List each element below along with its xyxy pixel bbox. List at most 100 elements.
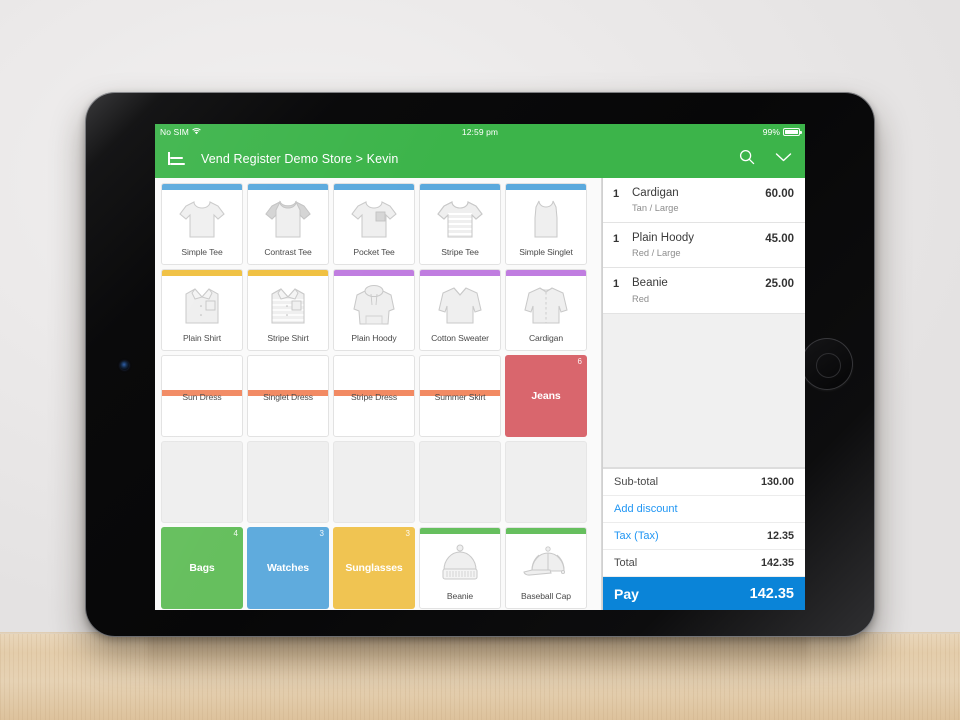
total-value: 12.35 — [766, 530, 794, 542]
cart-item-name: Cardigan — [632, 187, 679, 199]
category-count-badge: 6 — [577, 357, 582, 366]
product-tile-cardigan[interactable]: Cardigan — [505, 269, 587, 351]
cart-item-price: 60.00 — [765, 188, 794, 200]
product-image-beanie — [420, 534, 500, 592]
cart-line-item[interactable]: 1 Cardigan Tan / Large 60.00 — [603, 178, 805, 224]
app-header: Vend Register Demo Store > Kevin — [155, 140, 805, 178]
product-grid: Simple Tee Contrast Tee Pocket Tee Stripe T… — [155, 178, 602, 610]
total-value: 142.35 — [760, 557, 794, 569]
front-camera — [120, 361, 129, 370]
category-count-badge: 3 — [319, 529, 324, 538]
product-tile-label: Stripe Shirt — [267, 333, 309, 344]
total-row-add-discount[interactable]: Add discount — [603, 496, 805, 523]
cart-item-details: Beanie Red — [632, 277, 756, 303]
total-row-tax-tax-[interactable]: Tax (Tax) 12.35 — [603, 523, 805, 550]
product-tile-plain-shirt[interactable]: Plain Shirt — [161, 269, 243, 351]
product-tile-empty — [333, 441, 415, 523]
product-image-stripe-tee — [420, 190, 500, 248]
chevron-down-icon[interactable] — [775, 150, 792, 168]
category-tile-watches[interactable]: 3 Watches — [247, 527, 329, 609]
page-title: Vend Register Demo Store > Kevin — [201, 152, 399, 166]
cart-item-list: 1 Cardigan Tan / Large 60.00 1 Plain Hoody Red… — [603, 178, 805, 314]
hamburger-menu-icon[interactable] — [168, 151, 187, 167]
product-grid-row: 4 Bags 3 Watches 3 Sunglasses Beanie Baseball C… — [161, 527, 597, 609]
cart-item-variant: Tan / Large — [632, 203, 679, 214]
product-tile-label: Pocket Tee — [353, 247, 395, 258]
product-tile-label: Stripe Dress — [350, 392, 398, 403]
total-value: 130.00 — [760, 476, 794, 488]
product-tile-sun-dress[interactable]: Sun Dress — [161, 355, 243, 437]
product-image-simple-tee — [162, 190, 242, 248]
product-tile-label: Simple Tee — [181, 247, 223, 258]
product-tile-baseball-cap[interactable]: Baseball Cap — [505, 527, 587, 609]
product-tile-label: Contrast Tee — [264, 247, 312, 258]
battery-percent-label: 99% — [762, 127, 780, 137]
product-tile-label: Simple Singlet — [519, 247, 573, 258]
product-tile-beanie[interactable]: Beanie — [419, 527, 501, 609]
product-image-plain-hoody — [334, 276, 414, 334]
category-tile-label: Sunglasses — [345, 561, 403, 574]
cart-totals: Sub-total 130.00 Add discount Tax (Tax) 12.3… — [603, 468, 805, 577]
product-tile-label: Cotton Sweater — [431, 333, 489, 344]
cart-item-qty: 1 — [613, 188, 620, 200]
cart-item-price: 25.00 — [765, 278, 794, 291]
category-tile-label: Watches — [266, 561, 310, 574]
pay-button-amount: 142.35 — [749, 585, 794, 602]
product-image-cardigan — [506, 276, 586, 334]
status-bar-time: 12:59 pm — [461, 127, 499, 137]
product-image-plain-shirt — [162, 276, 242, 334]
product-image-stripe-shirt — [248, 276, 328, 334]
product-tile-label: Beanie — [446, 591, 474, 602]
product-tile-empty — [247, 441, 329, 523]
product-tile-label: Sun Dress — [182, 392, 222, 403]
product-tile-simple-singlet[interactable]: Simple Singlet — [505, 183, 587, 265]
product-tile-stripe-dress[interactable]: Stripe Dress — [333, 355, 415, 437]
product-image-cotton-sweater — [420, 276, 500, 334]
product-tile-pocket-tee[interactable]: Pocket Tee — [333, 183, 415, 265]
category-count-badge: 4 — [233, 529, 238, 538]
product-image-pocket-tee — [334, 190, 414, 248]
cart-line-item[interactable]: 1 Plain Hoody Red / Large 45.00 — [603, 223, 805, 269]
pay-button[interactable]: Pay 142.35 — [603, 577, 805, 610]
cart-item-details: Cardigan Tan / Large — [632, 187, 756, 213]
product-tile-empty — [161, 441, 243, 523]
product-tile-simple-tee[interactable]: Simple Tee — [161, 183, 243, 265]
home-button[interactable] — [801, 338, 853, 390]
cart-item-variant: Red — [632, 293, 650, 304]
total-label: Add discount — [614, 503, 678, 515]
product-tile-stripe-shirt[interactable]: Stripe Shirt — [247, 269, 329, 351]
category-tile-bags[interactable]: 4 Bags — [161, 527, 243, 609]
cart-panel: 1 Cardigan Tan / Large 60.00 1 Plain Hoody Red… — [602, 178, 805, 610]
pay-button-label: Pay — [614, 585, 639, 602]
product-tile-summer-skirt[interactable]: Summer Skirt — [419, 355, 501, 437]
cart-item-qty: 1 — [613, 278, 620, 291]
cart-empty-space — [603, 313, 805, 468]
cart-item-name: Beanie — [632, 277, 668, 290]
desk-reflection — [148, 636, 808, 694]
product-tile-empty — [419, 441, 501, 523]
cart-item-price: 45.00 — [765, 233, 794, 246]
cart-line-item[interactable]: 1 Beanie Red 25.00 — [603, 268, 805, 314]
cart-item-name: Plain Hoody — [632, 232, 695, 245]
product-tile-contrast-tee[interactable]: Contrast Tee — [247, 183, 329, 265]
search-icon[interactable] — [739, 149, 755, 170]
product-tile-singlet-dress[interactable]: Singlet Dress — [247, 355, 329, 437]
product-tile-label: Plain Hoody — [351, 333, 397, 344]
product-tile-label: Summer Skirt — [434, 392, 486, 403]
product-tile-label: Stripe Tee — [441, 247, 479, 258]
ios-status-bar: No SIM 12:59 pm 99% — [155, 124, 805, 140]
category-tile-jeans[interactable]: 6 Jeans — [505, 355, 587, 437]
product-grid-row: Simple Tee Contrast Tee Pocket Tee Stripe T… — [161, 183, 597, 265]
category-tile-sunglasses[interactable]: 3 Sunglasses — [333, 527, 415, 609]
product-tile-plain-hoody[interactable]: Plain Hoody — [333, 269, 415, 351]
product-grid-row: Sun Dress Singlet Dress Stripe Dress Summer… — [161, 355, 597, 437]
battery-full-icon — [783, 128, 802, 136]
product-tile-label: Cardigan — [528, 333, 564, 344]
total-row-total: Total 142.35 — [603, 550, 805, 577]
product-tile-cotton-sweater[interactable]: Cotton Sweater — [419, 269, 501, 351]
product-tile-stripe-tee[interactable]: Stripe Tee — [419, 183, 501, 265]
product-tile-label: Baseball Cap — [521, 591, 571, 602]
category-tile-label: Bags — [189, 561, 215, 574]
product-image-contrast-tee — [248, 190, 328, 248]
total-row-sub-total: Sub-total 130.00 — [603, 469, 805, 496]
